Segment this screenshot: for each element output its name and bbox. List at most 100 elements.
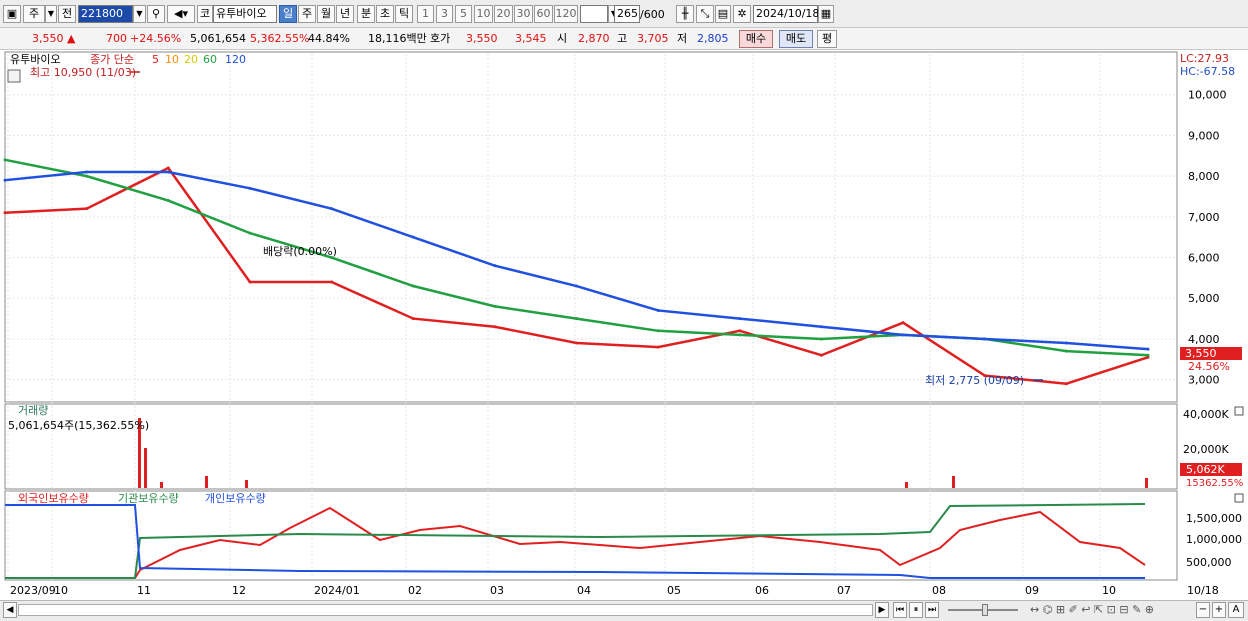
series-point <box>738 317 742 321</box>
volume-value: 5,061,654 <box>190 32 246 45</box>
holding-panel-close-icon[interactable] <box>1234 493 1244 503</box>
stock-name-field[interactable]: 유투바이오 <box>213 5 277 23</box>
interval-5[interactable]: 5 <box>455 5 472 23</box>
top-toolbar: ▣ 주 ▼ 전 221800 ▼ ⚲ ◀▾ 코 유투바이오 일 주 월 년 분 … <box>0 0 1248 28</box>
tab-tick[interactable]: 틱 <box>395 5 413 23</box>
change-percent: +24.56% <box>130 32 182 45</box>
scroll-start-icon[interactable]: ⏮ <box>893 602 907 618</box>
search-icon[interactable]: ⚲ <box>147 5 165 23</box>
zoom-minus-icon[interactable]: − <box>1196 602 1210 618</box>
window-icon[interactable]: ▣ <box>3 5 21 23</box>
volume-y-tick: 20,000K <box>1183 443 1229 456</box>
tab-day[interactable]: 일 <box>279 5 297 23</box>
series-point <box>85 207 89 211</box>
scroll-pause-icon[interactable]: ⏸ <box>909 602 923 618</box>
series-point <box>85 174 89 178</box>
price-y-tick: 5,000 <box>1188 292 1220 305</box>
interval-3[interactable]: 3 <box>436 5 453 23</box>
series-point <box>248 280 252 284</box>
volume-tag-text: 5,062K <box>1186 463 1225 476</box>
open-price: 2,870 <box>578 32 610 45</box>
date-input[interactable]: 2024/10/18 <box>753 5 819 23</box>
x-tick-label: 04 <box>577 584 591 597</box>
holding-legend-foreign: 외국인보유수량 <box>18 492 89 505</box>
interval-30[interactable]: 30 <box>514 5 533 23</box>
zoom-plus-icon[interactable]: + <box>1212 602 1226 618</box>
stock-code-dropdown-icon[interactable]: ▼ <box>133 5 146 23</box>
high-price: 3,705 <box>637 32 669 45</box>
scroll-right-icon[interactable]: ▶ <box>875 602 889 618</box>
volume-tag-pct: 15362.55% <box>1186 478 1243 489</box>
price-y-tick: 9,000 <box>1188 129 1220 142</box>
draw-tool-icon[interactable]: ⤡ <box>696 5 714 23</box>
series-point <box>819 337 823 341</box>
x-tick-label: 12 <box>232 584 246 597</box>
calc-icon[interactable] <box>7 69 21 83</box>
interval-120[interactable]: 120 <box>554 5 578 23</box>
ma-10-label: 10 <box>165 53 179 66</box>
series-point <box>575 341 578 345</box>
volume-title: 거래량 <box>18 404 48 417</box>
series-point <box>819 353 823 357</box>
interval-1[interactable]: 1 <box>417 5 434 23</box>
font-size-icon[interactable]: A <box>1228 602 1244 618</box>
series-point <box>330 207 334 211</box>
price-legend-ma: 종가 단순 <box>90 53 134 66</box>
volume-summary: 5,061,654주(15,362.55%) <box>8 419 149 432</box>
tab-second[interactable]: 초 <box>376 5 394 23</box>
low-annotation: 최저 2,775 (09/09) <box>925 374 1024 387</box>
series-point <box>493 304 497 308</box>
series-point <box>1146 353 1150 357</box>
hc-label: HC:-67.58 <box>1180 65 1235 78</box>
volume-bar <box>1145 478 1148 488</box>
tab-year[interactable]: 년 <box>336 5 354 23</box>
series-point <box>411 284 415 288</box>
series-point <box>1064 382 1068 386</box>
lc-label: LC:27.93 <box>1180 52 1229 65</box>
save-icon[interactable]: ▤ <box>715 5 731 23</box>
interval-60[interactable]: 60 <box>534 5 553 23</box>
volume-y-tick: 40,000K <box>1183 408 1229 421</box>
tab-month[interactable]: 월 <box>317 5 335 23</box>
tab-week[interactable]: 주 <box>298 5 316 23</box>
x-tick-label: 02 <box>408 584 422 597</box>
series-point <box>656 329 660 333</box>
dividend-annotation: 배당락(0.00%) <box>263 245 337 258</box>
scrollbar-track[interactable] <box>18 604 873 616</box>
price-y-tick: 6,000 <box>1188 252 1220 265</box>
series-point <box>575 284 578 288</box>
calendar-icon[interactable]: ▦ <box>818 5 834 23</box>
prev-button[interactable]: 전 <box>58 5 76 23</box>
speaker-icon[interactable]: ◀▾ <box>167 5 195 23</box>
open-label: 시 <box>557 32 568 45</box>
period-mode-dropdown-icon[interactable]: ▼ <box>45 5 57 23</box>
x-axis-right-label: 10/18 <box>1187 584 1219 597</box>
series-point <box>330 280 334 284</box>
eval-button[interactable]: 평 <box>817 30 837 48</box>
draw-tools-icons[interactable]: ↔ ⌬ ⊞ ✐ ↩ ⇱ ⊡ ⊟ ✎ ⊕ <box>1030 603 1154 616</box>
series-point <box>656 345 660 349</box>
series-point <box>248 231 252 235</box>
stock-chart[interactable]: 유투바이오 종가 단순 5 10 20 60 120 최고 10,950 (11… <box>0 50 1248 600</box>
gear-icon[interactable]: ✲ <box>733 5 751 23</box>
sell-button[interactable]: 매도 <box>779 30 813 48</box>
chart-area[interactable]: 유투바이오 종가 단순 5 10 20 60 120 최고 10,950 (11… <box>0 50 1248 621</box>
count-input[interactable]: 265 <box>614 5 640 23</box>
bid-price: 3,545 <box>515 32 547 45</box>
trade-amount: 18,116백만 <box>368 32 427 45</box>
interval-10[interactable]: 10 <box>474 5 493 23</box>
candle-icon[interactable]: ╫ <box>676 5 694 23</box>
buy-button[interactable]: 매수 <box>739 30 773 48</box>
tab-minute[interactable]: 분 <box>357 5 375 23</box>
x-tick-label: 05 <box>667 584 681 597</box>
interval-20[interactable]: 20 <box>494 5 513 23</box>
high-annotation: 최고 10,950 (11/03) <box>30 66 136 79</box>
market-code-label: 코 <box>197 5 213 23</box>
scroll-end-icon[interactable]: ⏭ <box>925 602 939 618</box>
period-mode-button[interactable]: 주 <box>23 5 45 23</box>
scroll-left-icon[interactable]: ◀ <box>3 602 17 618</box>
volume-panel-close-icon[interactable] <box>1234 406 1244 416</box>
zoom-slider-handle[interactable] <box>982 604 988 616</box>
custom-interval-input[interactable] <box>580 5 608 23</box>
stock-code-input[interactable]: 221800 <box>78 5 133 23</box>
